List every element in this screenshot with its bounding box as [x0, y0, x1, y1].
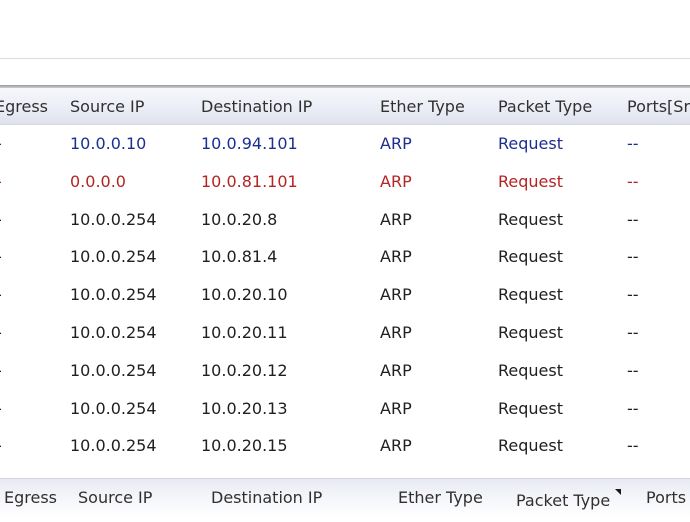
- cell-packet-type: Request: [498, 398, 563, 418]
- table-row[interactable]: - 10.0.0.254 10.0.20.15 ARP Request --: [0, 427, 690, 465]
- table-row[interactable]: - 10.0.0.254 10.0.20.8 ARP Request --: [0, 201, 690, 239]
- cell-ether-type: ARP: [380, 285, 412, 305]
- cell-packet-type: Request: [498, 436, 563, 456]
- cell-ports: --: [627, 436, 639, 456]
- table-row[interactable]: - 10.0.0.254 10.0.20.12 ARP Request --: [0, 352, 690, 390]
- cell-destination-ip: 10.0.81.4: [201, 247, 278, 267]
- column-header-source-ip[interactable]: Source IP: [70, 88, 144, 125]
- cell-destination-ip: 10.0.94.101: [201, 134, 298, 153]
- upper-panel: [0, 0, 690, 58]
- cell-packet-type: Request: [498, 285, 563, 305]
- cell-ether-type: ARP: [380, 134, 412, 153]
- cell-ports: --: [627, 209, 639, 229]
- cell-ports: --: [627, 398, 639, 418]
- cell-ports: --: [627, 171, 639, 191]
- cell-destination-ip: 10.0.20.15: [201, 436, 288, 456]
- cell-ether-type: ARP: [380, 322, 412, 342]
- cell-destination-ip: 10.0.20.13: [201, 398, 288, 418]
- cell-ports: --: [627, 322, 639, 342]
- cell-source-ip: 10.0.0.254: [70, 247, 157, 267]
- table-row[interactable]: - 10.0.0.254 10.0.81.4 ARP Request --: [0, 238, 690, 276]
- cell-ether-type: ARP: [380, 247, 412, 267]
- cell-destination-ip: 10.0.20.8: [201, 209, 278, 229]
- cell-egress: -: [0, 163, 2, 201]
- cell-egress: -: [0, 352, 2, 390]
- column-header-packet-type[interactable]: Packet Type: [498, 88, 592, 125]
- cell-ether-type: ARP: [380, 436, 412, 456]
- cell-source-ip: 10.0.0.254: [70, 436, 157, 456]
- cell-packet-type: Request: [498, 209, 563, 229]
- cell-egress: -: [0, 427, 2, 465]
- cell-destination-ip: 10.0.20.12: [201, 360, 288, 380]
- cell-ports: --: [627, 134, 639, 153]
- footer-column-ports[interactable]: Ports: [646, 479, 686, 519]
- table-row[interactable]: - 10.0.0.10 10.0.94.101 ARP Request --: [0, 125, 690, 163]
- footer-column-source-ip[interactable]: Source IP: [78, 479, 152, 519]
- cell-packet-type: Request: [498, 171, 563, 191]
- cell-ether-type: ARP: [380, 171, 412, 191]
- cell-ether-type: ARP: [380, 209, 412, 229]
- footer-column-destination-ip[interactable]: Destination IP: [211, 479, 322, 519]
- table-row[interactable]: - 10.0.0.254 10.0.20.11 ARP Request --: [0, 314, 690, 352]
- cell-packet-type: Request: [498, 247, 563, 267]
- table-row[interactable]: - 10.0.0.254 10.0.20.13 ARP Request --: [0, 390, 690, 428]
- table-header: Egress Source IP Destination IP Ether Ty…: [0, 88, 690, 125]
- cell-ether-type: ARP: [380, 360, 412, 380]
- cell-egress: -: [0, 125, 2, 163]
- table-row[interactable]: - 0.0.0.0 10.0.81.101 ARP Request --: [0, 163, 690, 201]
- cell-source-ip: 0.0.0.0: [70, 171, 126, 191]
- cell-egress: -: [0, 238, 2, 276]
- cell-source-ip: 10.0.0.254: [70, 398, 157, 418]
- cell-packet-type: Request: [498, 322, 563, 342]
- cell-egress: -: [0, 314, 2, 352]
- cell-destination-ip: 10.0.20.10: [201, 285, 288, 305]
- cell-source-ip: 10.0.0.254: [70, 360, 157, 380]
- footer-column-packet-type[interactable]: Packet Type: [516, 482, 610, 522]
- panel-gap: [0, 59, 690, 85]
- footer-column-ether-type[interactable]: Ether Type: [398, 479, 483, 519]
- sort-indicator-icon: [615, 489, 621, 495]
- column-header-destination-ip[interactable]: Destination IP: [201, 88, 312, 125]
- cell-egress: -: [0, 201, 2, 239]
- cell-source-ip: 10.0.0.10: [70, 134, 147, 153]
- cell-ether-type: ARP: [380, 398, 412, 418]
- table-footer-header: Egress Source IP Destination IP Ether Ty…: [0, 478, 690, 518]
- cell-egress: -: [0, 276, 2, 314]
- table-row[interactable]: - 10.0.0.254 10.0.20.10 ARP Request --: [0, 276, 690, 314]
- column-header-ports[interactable]: Ports[Sr: [627, 88, 690, 125]
- cell-destination-ip: 10.0.20.11: [201, 322, 288, 342]
- cell-egress: -: [0, 390, 2, 428]
- cell-packet-type: Request: [498, 360, 563, 380]
- cell-ports: --: [627, 285, 639, 305]
- footer-column-egress[interactable]: Egress: [4, 479, 57, 519]
- cell-packet-type: Request: [498, 134, 563, 153]
- cell-destination-ip: 10.0.81.101: [201, 171, 298, 191]
- cell-ports: --: [627, 247, 639, 267]
- column-header-ether-type[interactable]: Ether Type: [380, 88, 465, 125]
- column-header-egress[interactable]: Egress: [0, 88, 48, 125]
- cell-source-ip: 10.0.0.254: [70, 285, 157, 305]
- cell-source-ip: 10.0.0.254: [70, 209, 157, 229]
- packet-table-body: -10.0.0.1010.0.94.101ARPRequest---0.0.0.…: [0, 125, 690, 465]
- cell-ports: --: [627, 360, 639, 380]
- cell-source-ip: 10.0.0.254: [70, 322, 157, 342]
